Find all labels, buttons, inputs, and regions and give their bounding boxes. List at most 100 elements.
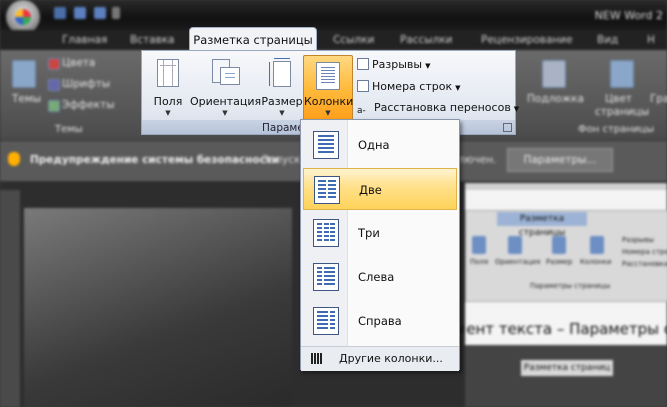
dialog-launcher-icon[interactable] (503, 123, 512, 132)
chevron-down-icon: ▼ (425, 62, 431, 70)
menu-item-two-columns[interactable]: Две (303, 168, 457, 210)
embedded-label: Номера строк (622, 248, 667, 256)
watermark-button[interactable]: Подложка (527, 93, 584, 105)
embedded-fields-icon (472, 236, 486, 254)
tab-references[interactable]: Ссылки (333, 34, 374, 46)
tab-home[interactable]: Главная (62, 34, 107, 46)
themes-group-label: Темы (55, 124, 83, 135)
menu-item-label: Две (359, 183, 382, 197)
embedded-label: Колонки (580, 258, 612, 266)
embedded-orientation-icon (508, 236, 522, 254)
menu-item-one-column[interactable]: Одна (303, 124, 457, 166)
chevron-down-icon: ▼ (455, 84, 461, 92)
breaks-icon (357, 58, 369, 70)
menu-item-right[interactable]: Справа (303, 300, 457, 342)
embedded-label: Расстановка (622, 260, 667, 268)
redo-icon[interactable] (94, 7, 106, 19)
effects-icon (48, 100, 60, 112)
columns-button[interactable]: Колонки ▼ (303, 55, 353, 121)
two-columns-icon (314, 176, 340, 204)
more-columns-icon (311, 353, 323, 364)
office-logo-icon (15, 9, 31, 25)
orientation-button[interactable]: Ориентация ▼ (190, 55, 262, 119)
chevron-down-icon: ▼ (222, 109, 228, 117)
columns-label: Колонки (304, 95, 354, 108)
security-message: Запуск (262, 154, 301, 166)
left-column-icon (313, 263, 339, 291)
shield-warning-icon (8, 152, 20, 166)
document-heading: мент текста – Параметры стра (455, 320, 667, 338)
office-button[interactable] (6, 0, 40, 34)
window-title: NEW Word 2 (594, 9, 663, 22)
effects-button[interactable]: Эффекты (62, 99, 115, 111)
tab-mailings[interactable]: Рассылки (400, 34, 452, 46)
embedded-label: Поля (470, 258, 489, 266)
more-columns-item[interactable]: Другие колонки... (301, 346, 459, 371)
orientation-icon-landscape (220, 67, 240, 85)
margins-label: Поля (153, 95, 183, 108)
embedded-size-icon (552, 236, 566, 254)
breaks-label: Разрывы (372, 58, 423, 71)
tab-view[interactable]: Вид (597, 34, 618, 46)
save-icon[interactable] (54, 7, 66, 19)
security-message-tail: лючен. (458, 154, 497, 166)
columns-dropdown-menu: Одна Две Три Слева Справа Другие колонки… (300, 119, 460, 371)
fonts-icon (48, 79, 60, 91)
tab-review[interactable]: Рецензирование (481, 34, 573, 46)
page-color-icon[interactable] (610, 60, 634, 88)
margins-icon (157, 59, 179, 87)
size-label: Размер (261, 95, 303, 108)
embedded-label: Размер (546, 258, 573, 266)
line-numbers-button[interactable]: Номера строк ▼ (357, 78, 461, 96)
themes-icon[interactable] (12, 60, 36, 88)
chevron-down-icon: ▼ (165, 109, 171, 117)
embedded-label: Разрывы (622, 236, 654, 244)
hyphenation-label: Расстановка переносов (374, 101, 511, 114)
page-color-label-1[interactable]: Цвет (605, 93, 632, 105)
undo-icon[interactable] (74, 7, 86, 19)
line-numbers-label: Номера строк (372, 80, 453, 93)
document-page (24, 208, 292, 407)
orientation-label: Ориентация (190, 95, 262, 108)
menu-item-label: Одна (358, 138, 390, 152)
menu-item-three-columns[interactable]: Три (303, 212, 457, 254)
hyphenation-icon: a- (357, 106, 366, 116)
chevron-down-icon: ▼ (513, 105, 520, 113)
size-icon (269, 58, 291, 87)
embedded-group-label: Параметры страницы (530, 282, 611, 290)
page-color-label-2[interactable]: страницы (595, 106, 649, 118)
line-numbers-icon (357, 80, 369, 92)
page-background-group-label: Фон страницы (578, 124, 654, 135)
chevron-down-icon: ▼ (325, 109, 331, 117)
themes-button[interactable]: Темы (12, 93, 41, 105)
three-columns-icon (313, 219, 339, 247)
colors-icon (48, 58, 60, 70)
one-column-icon (313, 131, 339, 159)
menu-item-left[interactable]: Слева (303, 256, 457, 298)
breaks-button[interactable]: Разрывы ▼ (357, 56, 430, 74)
embedded-columns-icon (590, 236, 604, 254)
columns-icon (316, 62, 340, 90)
tab-extra[interactable]: Н (647, 34, 655, 46)
menu-item-label: Слева (358, 270, 395, 284)
tab-insert[interactable]: Вставка (130, 34, 175, 46)
menu-item-label: Три (358, 226, 380, 240)
embedded-tab-2: Разметка страниц (521, 360, 613, 376)
security-options-button[interactable]: Параметры... (507, 148, 613, 172)
fonts-button[interactable]: Шрифты (62, 78, 110, 90)
vertical-ruler (0, 190, 20, 407)
menu-item-label: Справа (358, 314, 402, 328)
embedded-tab: Разметка страницы (497, 212, 587, 238)
size-button[interactable]: Размер ▼ (260, 55, 304, 119)
embedded-label: Ориентация (495, 258, 541, 266)
embedded-screenshot-ribbon-2 (465, 345, 667, 407)
qat-customize-icon[interactable] (112, 7, 120, 19)
watermark-icon[interactable] (542, 60, 566, 88)
more-columns-label: Другие колонки... (339, 352, 443, 365)
margins-button[interactable]: Поля ▼ (146, 55, 190, 119)
security-title: Предупреждение системы безопасности (30, 154, 280, 166)
tab-page-layout[interactable]: Разметка страницы (189, 27, 317, 52)
hyphenation-button[interactable]: a- Расстановка переносов ▼ (357, 99, 519, 117)
page-borders-button[interactable]: Гра (650, 93, 667, 105)
colors-button[interactable]: Цвета (62, 57, 95, 69)
